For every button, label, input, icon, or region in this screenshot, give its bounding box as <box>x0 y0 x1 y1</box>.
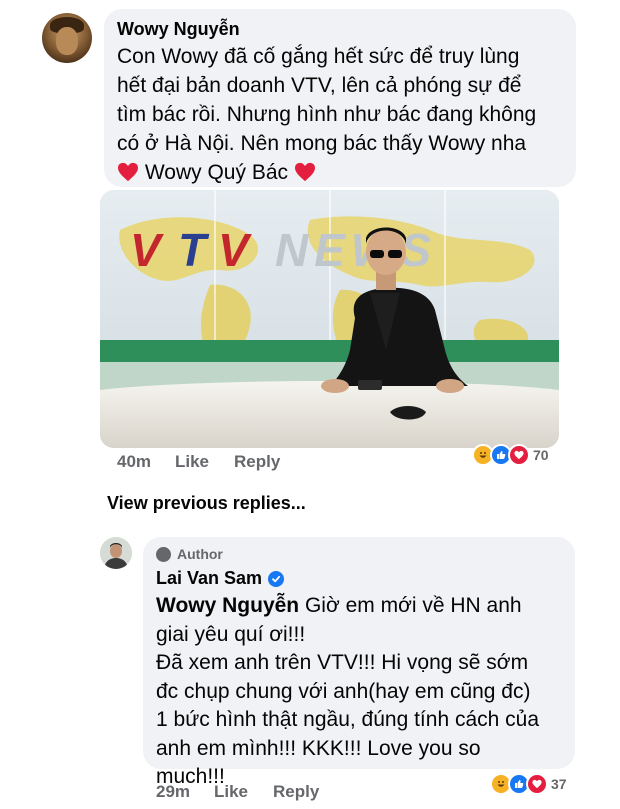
reply-like-link[interactable]: Like <box>214 782 248 802</box>
reaction-count: 37 <box>551 776 567 792</box>
reply-text-line: anh em mình!!! KKK!!! Love you so <box>156 736 481 760</box>
reply-text-line: Wowy Nguyễn Giờ em mới về HN anh <box>156 592 566 621</box>
like-link[interactable]: Like <box>175 452 209 472</box>
comment-text-closing: Wowy Quý Bác <box>144 161 288 184</box>
comment-text-line: hết đại bản doanh VTV, lên cả phóng sự đ… <box>117 74 522 97</box>
heart-emoji-icon <box>294 162 315 182</box>
mention-link[interactable]: Wowy Nguyễn <box>156 594 299 617</box>
reply-link[interactable]: Reply <box>234 452 280 472</box>
author-badge: Author <box>156 546 223 562</box>
comment-text-line: có ở Hà Nội. Nên mong bác thấy Wowy nha <box>117 132 527 155</box>
svg-text:NEWS: NEWS <box>275 224 437 276</box>
commenter-avatar[interactable] <box>42 13 92 63</box>
heart-emoji-icon <box>118 162 138 182</box>
comment-time[interactable]: 40m <box>117 452 151 472</box>
svg-text:V: V <box>130 224 164 276</box>
author-badge-icon <box>156 546 171 562</box>
reply-reply-link[interactable]: Reply <box>273 782 319 802</box>
reply-text-line: đc chụp chung với anh(hay em cũng đc) <box>156 679 531 703</box>
verified-badge-icon <box>268 570 285 587</box>
reply-text-line: Đã xem anh trên VTV!!! Hi vọng sẽ sớm <box>156 651 529 674</box>
love-reaction-icon <box>526 773 548 795</box>
reply-author-name-row: Lai Van Sam <box>156 568 285 589</box>
reply-reaction-summary[interactable]: 37 <box>490 773 567 795</box>
reply-author-avatar[interactable] <box>100 537 132 569</box>
reply-text-line: 1 bức hình thật ngầu, đúng tính cách của <box>156 708 540 731</box>
reply-text: Wowy Nguyễn Giờ em mới về HN anh giai yê… <box>156 592 566 792</box>
comment-text-line: Con Wowy đã cố gắng hết sức để truy lùng <box>117 45 520 68</box>
reaction-summary[interactable]: 70 <box>472 444 549 466</box>
comment-text: Con Wowy đã cố gắng hết sức để truy lùng… <box>117 42 567 187</box>
comment-photo-attachment[interactable]: V T V NEWS <box>100 190 559 448</box>
reaction-count: 70 <box>533 447 549 463</box>
comment-text-line: tìm bác rồi. Nhưng hình như bác đang khô… <box>117 103 537 126</box>
comment-author-name[interactable]: Wowy Nguyễn <box>117 19 240 40</box>
reply-author-name[interactable]: Lai Van Sam <box>156 568 262 589</box>
comment-text-last-line: Wowy Quý Bác <box>117 158 567 187</box>
reply-text-line: giai yêu quí ơi!!! <box>156 622 306 646</box>
author-badge-label: Author <box>177 546 223 562</box>
svg-text:V: V <box>218 224 252 276</box>
svg-text:T: T <box>178 224 210 276</box>
love-reaction-icon <box>508 444 530 466</box>
reply-text-segment: Giờ em mới về HN anh <box>299 594 522 617</box>
news-desk-image: V T V NEWS <box>100 190 559 448</box>
view-previous-replies-link[interactable]: View previous replies... <box>107 493 306 514</box>
reply-time[interactable]: 29m <box>156 782 190 802</box>
